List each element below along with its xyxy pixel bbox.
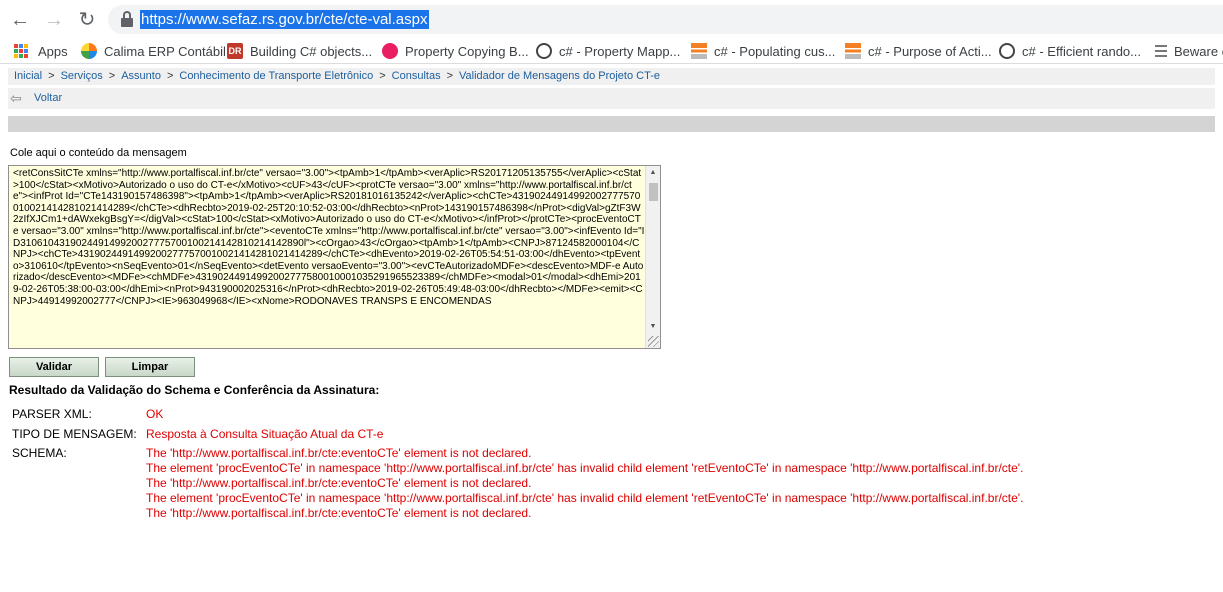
apps-grid-icon xyxy=(14,44,28,58)
parser-label: PARSER XML: xyxy=(12,407,92,421)
breadcrumb-assunto[interactable]: Assunto xyxy=(121,70,161,82)
schema-error-line: The element 'procEventoCTe' in namespace… xyxy=(146,461,1024,475)
bookmark-property-copying[interactable]: Property Copying B... xyxy=(382,42,529,60)
browser-toolbar: ← → ↻ https://www.sefaz.rs.gov.br/cte/ct… xyxy=(0,0,1223,38)
bookmark-property-mapping[interactable]: c# - Property Mapp... xyxy=(536,42,680,60)
lock-icon[interactable] xyxy=(120,11,134,27)
bookmark-calima[interactable]: Calima ERP Contábil xyxy=(81,42,226,60)
message-type-value: Resposta à Consulta Situação Atual da CT… xyxy=(146,427,384,441)
calima-icon xyxy=(81,43,97,59)
back-arrow-icon[interactable]: ← xyxy=(8,8,32,32)
search-site-icon xyxy=(536,43,552,59)
url-text[interactable]: https://www.sefaz.rs.gov.br/cte/cte-val.… xyxy=(140,10,429,29)
bookmark-purpose[interactable]: c# - Purpose of Acti... xyxy=(845,42,992,60)
validate-button[interactable]: Validar xyxy=(9,357,99,377)
bookmark-building-objects[interactable]: DR Building C# objects... xyxy=(227,42,372,60)
scroll-thumb[interactable] xyxy=(649,183,658,201)
circle-icon xyxy=(382,43,398,59)
parser-value: OK xyxy=(146,407,164,421)
breadcrumb-validador[interactable]: Validador de Mensagens do Projeto CT-e xyxy=(459,70,660,82)
back-arrow-icon[interactable]: ⇦ xyxy=(10,91,22,105)
clear-button[interactable]: Limpar xyxy=(105,357,195,377)
message-type-label: TIPO DE MENSAGEM: xyxy=(12,427,137,441)
bookmark-populating[interactable]: c# - Populating cus... xyxy=(691,42,835,60)
schema-error-line: The 'http://www.portalfiscal.inf.br/cte:… xyxy=(146,446,532,460)
message-label: Cole aqui o conteúdo da mensagem xyxy=(10,147,187,159)
reload-icon[interactable]: ↻ xyxy=(75,8,99,32)
forward-arrow-icon[interactable]: → xyxy=(42,8,66,32)
schema-errors: The 'http://www.portalfiscal.inf.br/cte:… xyxy=(146,446,1023,521)
schema-error-line: The 'http://www.portalfiscal.inf.br/cte:… xyxy=(146,476,532,490)
address-bar[interactable]: https://www.sefaz.rs.gov.br/cte/cte-val.… xyxy=(108,5,1223,34)
breadcrumb-inicial[interactable]: Inicial xyxy=(14,70,42,82)
bookmark-apps[interactable]: Apps xyxy=(14,42,68,60)
result-title: Resultado da Validação do Schema e Confe… xyxy=(9,383,380,397)
back-row: ⇦ Voltar xyxy=(8,88,1215,109)
scroll-down-icon[interactable]: ▼ xyxy=(646,320,660,334)
stackoverflow-icon xyxy=(845,43,861,59)
bookmark-beware[interactable]: Beware c xyxy=(1153,42,1223,60)
xml-content[interactable]: <retConsSitCTe xmlns="http://www.portalf… xyxy=(13,168,645,307)
bookmarks-bar: Apps Calima ERP Contábil DR Building C# … xyxy=(0,38,1223,64)
xml-textarea[interactable]: <retConsSitCTe xmlns="http://www.portalf… xyxy=(8,165,661,349)
breadcrumb-cte[interactable]: Conhecimento de Transporte Eletrônico xyxy=(179,70,373,82)
back-link[interactable]: Voltar xyxy=(34,88,62,109)
schema-label: SCHEMA: xyxy=(12,446,67,460)
stackoverflow-icon xyxy=(691,43,707,59)
resize-grip-icon[interactable] xyxy=(648,336,659,347)
textarea-scrollbar[interactable]: ▲ ▼ xyxy=(645,166,660,348)
section-divider xyxy=(8,116,1215,132)
breadcrumb-consultas[interactable]: Consultas xyxy=(392,70,441,82)
list-icon xyxy=(1155,45,1167,57)
bookmark-efficient-random[interactable]: c# - Efficient rando... xyxy=(999,42,1141,60)
search-site-icon xyxy=(999,43,1015,59)
breadcrumb: Inicial > Serviços > Assunto > Conhecimento de… xyxy=(8,68,1215,85)
schema-error-line: The element 'procEventoCTe' in namespace… xyxy=(146,491,1024,505)
dr-icon: DR xyxy=(227,43,243,59)
breadcrumb-servicos[interactable]: Serviços xyxy=(61,70,103,82)
schema-error-line: The 'http://www.portalfiscal.inf.br/cte:… xyxy=(146,506,532,520)
scroll-up-icon[interactable]: ▲ xyxy=(646,166,660,180)
